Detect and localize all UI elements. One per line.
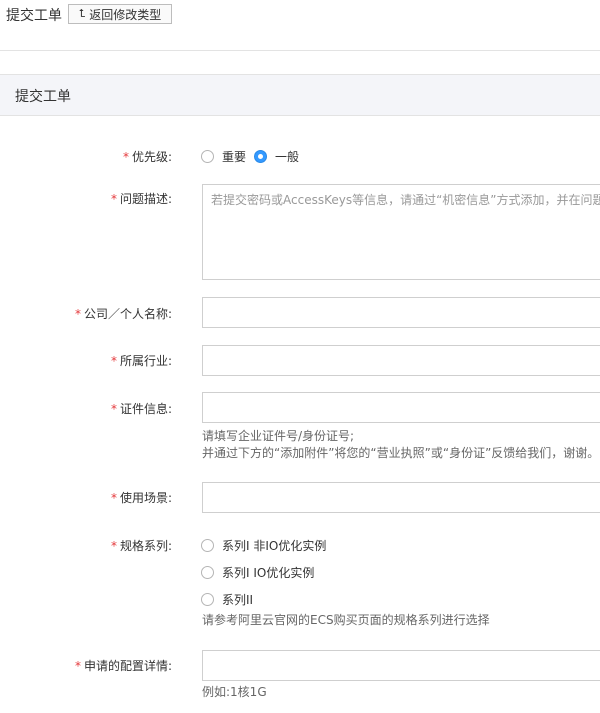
priority-important-radio[interactable] [201, 150, 214, 163]
industry-label: * 所属行业: [110, 354, 172, 368]
priority-normal-radio[interactable] [254, 150, 267, 163]
industry-input[interactable] [202, 345, 600, 376]
required-mark: * [110, 402, 117, 416]
config-hint: 例如:1核1G [202, 685, 267, 699]
required-mark: * [122, 150, 129, 164]
series2-label[interactable]: 系列II [222, 591, 253, 608]
company-input[interactable] [202, 297, 600, 328]
certificate-input[interactable] [202, 392, 600, 423]
top-bar: 提交工单 ⮤ 返回修改类型 [0, 0, 600, 51]
required-mark: * [110, 491, 117, 505]
series1-non-io-label[interactable]: 系列I 非IO优化实例 [222, 537, 326, 554]
description-label: * 问题描述: [110, 192, 172, 206]
description-textarea[interactable]: 若提交密码或AccessKeys等信息，请通过“机密信息”方式添加，并在问题处 [202, 184, 600, 280]
spec-series-hint: 请参考阿里云官网的ECS购买页面的规格系列进行选择 [202, 613, 490, 627]
required-mark: * [110, 354, 117, 368]
priority-normal-label[interactable]: 一般 [275, 148, 299, 165]
panel-title: 提交工单 [15, 89, 71, 105]
scenario-label: * 使用场景: [110, 491, 172, 505]
form-panel-header: 提交工单 [0, 74, 600, 116]
required-mark: * [74, 307, 81, 321]
required-mark: * [110, 192, 117, 206]
spec-series-label: * 规格系列: [110, 539, 172, 553]
required-mark: * [74, 659, 81, 673]
series1-non-io-radio[interactable] [201, 539, 214, 552]
back-button-label: 返回修改类型 [89, 7, 162, 22]
config-label: * 申请的配置详情: [74, 659, 172, 673]
priority-important-label[interactable]: 重要 [222, 148, 246, 165]
back-arrow-icon: ⮤ [78, 7, 86, 20]
series1-io-label[interactable]: 系列I IO优化实例 [222, 564, 314, 581]
series2-radio[interactable] [201, 593, 214, 606]
priority-label: * 优先级: [122, 150, 172, 164]
company-label: * 公司／个人名称: [74, 307, 172, 321]
back-to-change-type-button[interactable]: ⮤ 返回修改类型 [68, 4, 172, 24]
series1-io-radio[interactable] [201, 566, 214, 579]
certificate-label: * 证件信息: [110, 402, 172, 416]
page-title: 提交工单 [6, 8, 62, 24]
scenario-input[interactable] [202, 482, 600, 513]
certificate-hint-2: 并通过下方的“添加附件”将您的“营业执照”或“身份证”反馈给我们，谢谢。 [202, 446, 600, 460]
certificate-hint-1: 请填写企业证件号/身份证号; [202, 429, 355, 443]
required-mark: * [110, 539, 117, 553]
config-input[interactable] [202, 650, 600, 681]
